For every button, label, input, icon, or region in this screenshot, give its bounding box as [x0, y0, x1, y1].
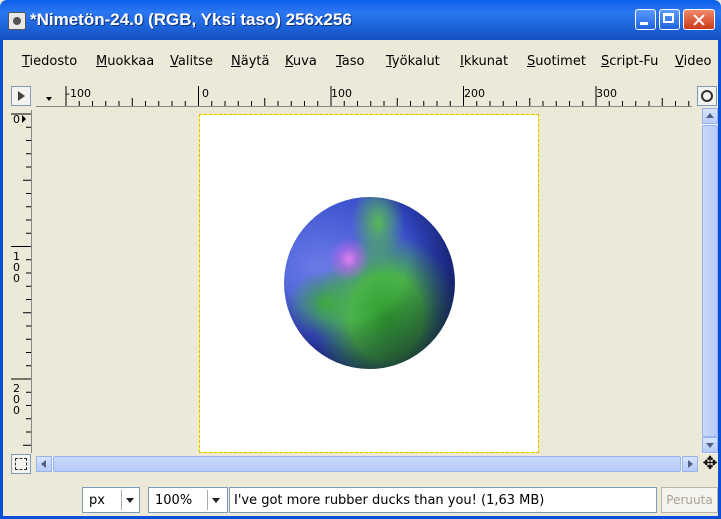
- status-message: I've got more rubber ducks than you! (1,…: [234, 493, 545, 508]
- maximize-button[interactable]: [659, 9, 680, 30]
- minimize-button[interactable]: [635, 9, 656, 30]
- vertical-scrollbar[interactable]: [702, 108, 718, 454]
- close-button[interactable]: [683, 9, 715, 30]
- title-bar[interactable]: *Nimetön-24.0 (RGB, Yksi taso) 256x256: [0, 0, 721, 40]
- menu-valitse[interactable]: Valitse: [170, 54, 213, 69]
- navigate-move-icon[interactable]: ✥: [701, 454, 719, 474]
- chevron-down-icon[interactable]: [121, 490, 138, 510]
- menu-muokkaa[interactable]: Muokkaa: [96, 54, 154, 69]
- horizontal-scroll-thumb[interactable]: [53, 456, 681, 472]
- horizontal-ruler[interactable]: -100 0 100 200 300: [36, 86, 692, 107]
- window-title: *Nimetön-24.0 (RGB, Yksi taso) 256x256: [30, 10, 352, 29]
- horizontal-scrollbar[interactable]: [36, 456, 698, 472]
- menu-ikkunat[interactable]: Ikkunat: [460, 54, 508, 69]
- cancel-button[interactable]: Peruuta: [661, 487, 718, 513]
- zoom-image-icon[interactable]: [697, 86, 717, 106]
- zoom-value: 100%: [155, 493, 193, 508]
- menu-arrow-button[interactable]: [11, 86, 31, 106]
- menu-suotimet[interactable]: Suotimet: [527, 54, 586, 69]
- menu-bar: Tiedosto Muokkaa Valitse Näytä Kuva Taso…: [0, 40, 721, 80]
- menu-kuva[interactable]: Kuva: [285, 54, 317, 69]
- ruler-label: 0: [13, 272, 20, 285]
- status-message-field: I've got more rubber ducks than you! (1,…: [229, 487, 657, 513]
- vertical-scroll-thumb[interactable]: [702, 125, 718, 437]
- menu-tyokalut[interactable]: Työkalut: [386, 54, 440, 69]
- ruler-label: 100: [331, 87, 352, 100]
- menu-nayta[interactable]: Näytä: [231, 54, 269, 69]
- zoom-selector[interactable]: 100%: [148, 487, 228, 513]
- ruler-label: 0: [202, 87, 209, 100]
- ruler-pointer-icon: [22, 115, 26, 123]
- scroll-right-arrow-icon[interactable]: [682, 456, 698, 472]
- ruler-label: 0: [13, 113, 20, 126]
- menu-tiedosto[interactable]: Tiedosto: [22, 54, 77, 69]
- ruler-pointer-icon: [46, 97, 52, 101]
- menu-script-fu[interactable]: Script-Fu: [601, 54, 658, 69]
- gimp-window-icon[interactable]: [8, 12, 26, 30]
- scroll-left-arrow-icon[interactable]: [36, 456, 52, 472]
- planet-image: [284, 197, 455, 369]
- unit-value: px: [89, 493, 105, 508]
- chevron-down-icon[interactable]: [207, 490, 224, 510]
- ruler-label: 200: [464, 87, 485, 100]
- scroll-up-arrow-icon[interactable]: [702, 108, 718, 124]
- menu-taso[interactable]: Taso: [336, 54, 365, 69]
- ruler-label: 0: [13, 404, 20, 417]
- quick-mask-toggle-icon[interactable]: [11, 454, 31, 474]
- vertical-ruler[interactable]: 0 1 0 0 2 0 0: [11, 110, 32, 453]
- ruler-label: 300: [596, 87, 617, 100]
- status-bar: px 100% I've got more rubber ducks than …: [3, 478, 718, 516]
- ruler-label: -100: [66, 87, 91, 100]
- menu-video[interactable]: Video: [675, 54, 711, 69]
- unit-selector[interactable]: px: [82, 487, 140, 513]
- scroll-down-arrow-icon[interactable]: [702, 437, 718, 453]
